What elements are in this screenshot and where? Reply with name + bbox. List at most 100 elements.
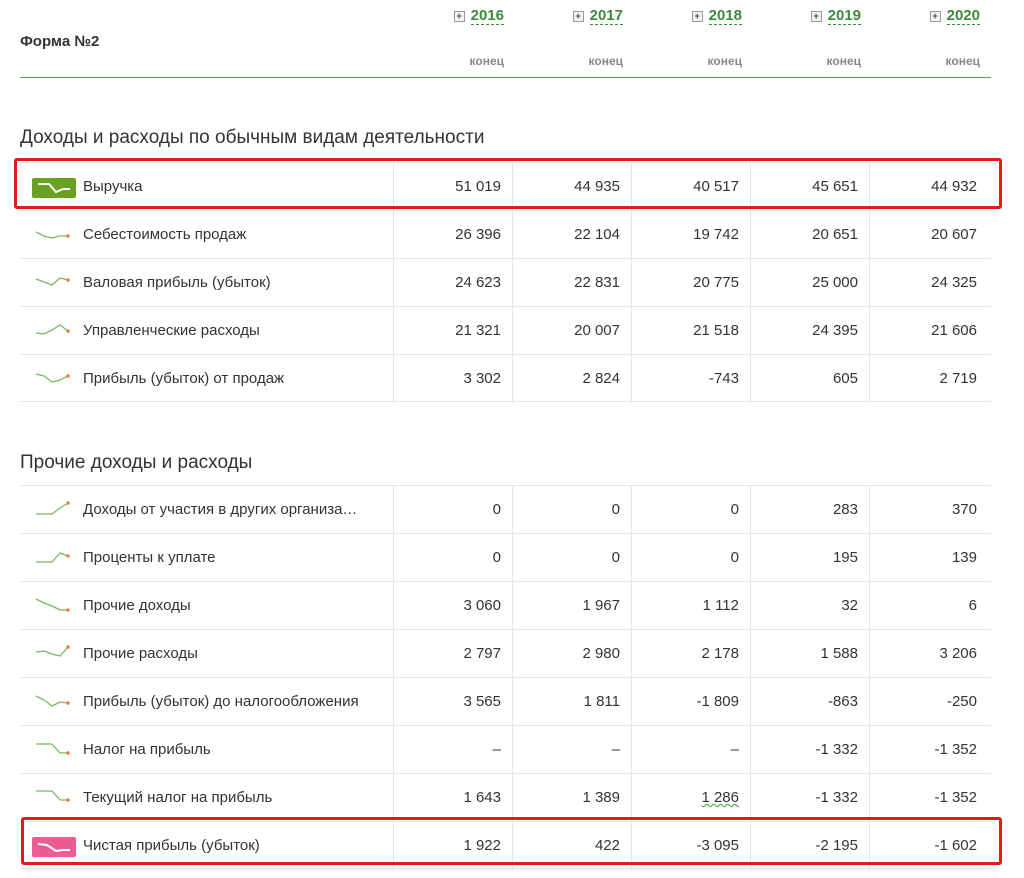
sparkline-icon[interactable] — [34, 692, 72, 712]
year-label[interactable]: 2017 — [589, 8, 623, 25]
table-row[interactable]: Налог на прибыль – – – -1 332 -1 352 — [20, 725, 991, 774]
cell-value: 3 060 — [463, 597, 501, 614]
value-cell: 1 643 — [393, 774, 511, 822]
cell-value: 20 607 — [931, 226, 977, 243]
value-cell: 3 060 — [393, 582, 511, 630]
cell-value: 21 606 — [931, 322, 977, 339]
cell-value: 22 831 — [574, 274, 620, 291]
cell-value: 26 396 — [455, 226, 501, 243]
year-toggle[interactable]: +2019 — [810, 8, 861, 25]
value-cell: -1 809 — [631, 678, 749, 726]
cell-value: 1 389 — [582, 789, 620, 806]
value-cell: – — [393, 726, 511, 774]
value-cell: 0 — [631, 486, 749, 534]
cell-value: -743 — [708, 370, 739, 387]
year-toggle[interactable]: +2018 — [691, 8, 742, 25]
cell-value: 0 — [611, 549, 620, 566]
cell-value: 21 321 — [455, 322, 501, 339]
cell-value: 283 — [832, 501, 858, 518]
value-cell: 0 — [393, 534, 511, 582]
value-cell: 3 206 — [869, 630, 987, 678]
cell-value: 20 775 — [693, 274, 739, 291]
value-cell: 2 178 — [631, 630, 749, 678]
value-cell: -863 — [750, 678, 868, 726]
expand-icon[interactable]: + — [453, 11, 465, 22]
section-title: Прочие доходы и расходы — [20, 452, 253, 473]
table-row[interactable]: Прочие расходы 2 797 2 980 2 178 1 588 3 206 — [20, 629, 991, 678]
sparkline-icon[interactable] — [34, 273, 72, 293]
cell-value: 20 007 — [574, 322, 620, 339]
cell-value: 32 — [841, 597, 858, 614]
table-row[interactable]: Текущий налог на прибыль 1 643 1 389 1 286 -… — [20, 773, 991, 822]
value-cell: 605 — [750, 355, 868, 403]
table-row[interactable]: Доходы от участия в других организа… 0 0 0 2… — [20, 485, 991, 534]
value-cell: 1 967 — [512, 582, 630, 630]
expand-icon[interactable]: + — [691, 11, 703, 22]
value-cell: 0 — [631, 534, 749, 582]
expand-icon[interactable]: + — [572, 11, 584, 22]
cell-value: 0 — [611, 501, 620, 518]
value-cell: 21 518 — [631, 307, 749, 355]
value-cell: 1 286 — [631, 774, 749, 822]
value-cell: 26 396 — [393, 211, 511, 259]
cell-value: 24 325 — [931, 274, 977, 291]
cell-value: 605 — [832, 370, 858, 387]
table-row[interactable]: Себестоимость продаж 26 396 22 104 19 742 20… — [20, 210, 991, 259]
period-label: конец — [945, 54, 980, 68]
cell-value: 2 797 — [463, 645, 501, 662]
value-cell: 22 104 — [512, 211, 630, 259]
value-cell: 24 325 — [869, 259, 987, 307]
sparkline-icon[interactable] — [34, 596, 72, 616]
year-label[interactable]: 2019 — [827, 8, 861, 25]
cell-value: 1 967 — [582, 597, 620, 614]
expand-icon[interactable]: + — [810, 11, 822, 22]
cell-value: 0 — [730, 549, 739, 566]
year-toggle[interactable]: +2020 — [929, 8, 980, 25]
table-row[interactable]: Управленческие расходы 21 321 20 007 21 518… — [20, 306, 991, 355]
cell-value: 139 — [951, 549, 977, 566]
period-label: конец — [588, 54, 623, 68]
sparkline-icon[interactable] — [34, 740, 72, 760]
sparkline-icon[interactable] — [34, 500, 72, 520]
year-toggle[interactable]: +2016 — [453, 8, 504, 25]
value-cell: 0 — [512, 486, 630, 534]
expand-icon[interactable]: + — [929, 11, 941, 22]
value-cell: 19 742 — [631, 211, 749, 259]
table-row[interactable]: Валовая прибыль (убыток) 24 623 22 831 20 7… — [20, 258, 991, 307]
row-label: Налог на прибыль — [83, 741, 211, 758]
value-cell: 20 651 — [750, 211, 868, 259]
year-toggle[interactable]: +2017 — [572, 8, 623, 25]
cell-value: 195 — [832, 549, 858, 566]
cell-value: -863 — [827, 693, 858, 710]
table-row[interactable]: Проценты к уплате 0 0 0 195 139 — [20, 533, 991, 582]
period-label: конец — [707, 54, 742, 68]
sparkline-icon[interactable] — [34, 369, 72, 389]
value-cell: 24 623 — [393, 259, 511, 307]
row-label: Валовая прибыль (убыток) — [83, 274, 271, 291]
year-label[interactable]: 2020 — [946, 8, 980, 25]
cell-value: 6 — [968, 597, 977, 614]
form-title: Форма №2 — [20, 33, 100, 50]
value-cell: -1 332 — [750, 726, 868, 774]
sparkline-icon[interactable] — [34, 321, 72, 341]
cell-value: 3 565 — [463, 693, 501, 710]
sparkline-icon[interactable] — [34, 644, 72, 664]
cell-value: 22 104 — [574, 226, 620, 243]
value-cell: 3 565 — [393, 678, 511, 726]
table-row[interactable]: Прочие доходы 3 060 1 967 1 112 32 6 — [20, 581, 991, 630]
table-row[interactable]: Прибыль (убыток) до налогообложения 3 565… — [20, 677, 991, 726]
cell-value: -1 332 — [815, 741, 858, 758]
cell-value: 2 719 — [939, 370, 977, 387]
header-divider — [20, 77, 991, 78]
sparkline-icon[interactable] — [34, 548, 72, 568]
value-cell: 22 831 — [512, 259, 630, 307]
year-label[interactable]: 2016 — [470, 8, 504, 25]
sparkline-icon[interactable] — [34, 788, 72, 808]
cell-value: 1 286 — [701, 789, 739, 806]
cell-value: 1 811 — [583, 693, 620, 710]
table-row[interactable]: Прибыль (убыток) от продаж 3 302 2 824 -743… — [20, 354, 991, 403]
year-label[interactable]: 2018 — [708, 8, 742, 25]
period-label: конец — [469, 54, 504, 68]
sparkline-icon[interactable] — [34, 225, 72, 245]
cell-value: 2 980 — [582, 645, 620, 662]
